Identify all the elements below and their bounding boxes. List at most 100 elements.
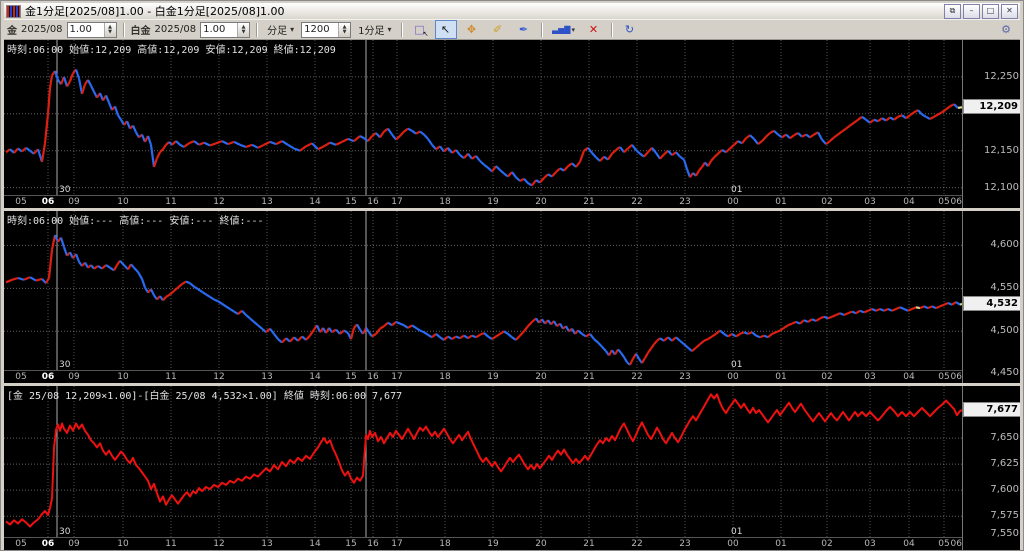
pen-icon: ✒ [518, 23, 529, 36]
price-tick-label: 12,150 [984, 144, 1019, 156]
platinum-candles-svg [4, 211, 962, 370]
time-tick-label: 01 [775, 372, 787, 382]
time-tick-label: 03 [864, 197, 876, 207]
time-tick-label: 18 [439, 539, 451, 549]
chevron-down-icon: ▾ [290, 25, 295, 34]
price-tick-label: 4,450 [990, 366, 1019, 378]
price-tick-label: 7,650 [990, 432, 1019, 444]
time-tick-label: 05 [938, 197, 950, 207]
spinner-down-icon[interactable]: ▼ [339, 29, 350, 35]
bar-count-arrows[interactable]: ▲ ▼ [338, 22, 351, 37]
toolbar-separator [610, 22, 613, 37]
time-tick-label: 04 [903, 539, 915, 549]
gold-multiplier-value: 1.00 [69, 23, 92, 35]
chart-select-button[interactable]: □ ↖ [409, 20, 431, 39]
time-tick-label: 19 [487, 197, 499, 207]
gold-multiplier-arrows[interactable]: ▲ ▼ [103, 22, 116, 37]
time-tick-label: 09 [68, 539, 80, 549]
last-price-box: 7,677 [963, 401, 1020, 417]
spread-chart-panel: [金 25/08 12,209×1.00]-[白金 25/08 4,532×1.… [4, 386, 1020, 550]
time-tick-label: 20 [535, 372, 547, 382]
time-tick-label: 09 [68, 372, 80, 382]
time-tick-label: 00 [727, 372, 739, 382]
time-tick-label: 05 [938, 372, 950, 382]
cursor-tool-button[interactable]: ↖ [434, 20, 457, 39]
time-tick-label: 11 [165, 372, 177, 382]
bar-count-value: 1200 [304, 23, 330, 35]
time-tick-label: 18 [439, 197, 451, 207]
spinner-down-icon[interactable]: ▼ [105, 29, 116, 35]
time-tick-label: 13 [261, 197, 273, 207]
chevron-down-icon: ▾ [387, 25, 392, 34]
date-marker-label: 30 [59, 527, 71, 537]
maximize-button[interactable]: □ [982, 3, 999, 19]
refresh-button[interactable]: ↻ [619, 20, 641, 39]
time-tick-label: 04 [903, 372, 915, 382]
delete-indicator-button[interactable]: ✕ [583, 20, 605, 39]
bar-type-dropdown[interactable]: 分足 ▾ [264, 22, 297, 37]
float-window-button[interactable]: ⧉ [944, 3, 961, 19]
time-tick-label: 15 [345, 197, 357, 207]
platinum-time-axis: 05 06 09 10 11 12 13 14 15 16 17 18 19 20 21 22 23 00 01 02… [4, 370, 962, 383]
platinum-multiplier-arrows[interactable]: ▲ ▼ [237, 22, 250, 37]
cursor-icon: ↖ [440, 23, 451, 36]
spread-line-svg [4, 386, 962, 537]
indicator-menu-button[interactable]: ▃▅▇ ▾ [549, 20, 579, 39]
spread-info-line: [金 25/08 12,209×1.00]-[白金 25/08 4,532×1.… [7, 391, 403, 402]
time-tick-label: 18 [439, 372, 451, 382]
gold-chart-panel: 時刻:06:00 始値:12,209 高値:12,209 安値:12,209 終… [4, 40, 1020, 208]
date-marker-label: 01 [731, 527, 743, 537]
time-tick-label: 16 [367, 539, 379, 549]
toolbar-separator [540, 22, 543, 37]
close-button[interactable]: ✕ [1001, 3, 1018, 19]
spread-chart-plot[interactable]: [金 25/08 12,209×1.00]-[白金 25/08 4,532×1.… [4, 386, 962, 537]
minimize-button[interactable]: – [963, 3, 980, 19]
time-tick-label: 23 [679, 197, 691, 207]
pen-tool-button[interactable]: ✒ [513, 20, 535, 39]
gold-multiplier-spinner[interactable]: 1.00 ▲ ▼ [66, 21, 117, 38]
time-tick-label: 23 [679, 539, 691, 549]
delete-indicator-icon: ✕ [588, 23, 599, 36]
time-tick-label: 11 [165, 539, 177, 549]
time-tick-label: 13 [261, 372, 273, 382]
gold-candles-svg [4, 40, 962, 195]
time-tick-label: 05 [938, 539, 950, 549]
time-tick-label: 20 [535, 539, 547, 549]
date-marker-label: 30 [59, 185, 71, 195]
last-price-box: 12,209 [963, 99, 1020, 115]
time-tick-label: 03 [864, 539, 876, 549]
timeframe-dropdown[interactable]: 1分足 ▾ [355, 22, 394, 37]
toolbar-separator [256, 22, 259, 37]
price-tick-label: 7,550 [990, 527, 1019, 539]
bar-count-spinner[interactable]: 1200 ▲ ▼ [301, 21, 352, 38]
settings-wrench-button[interactable]: ⚙ [995, 20, 1017, 39]
time-tick-label: 04 [903, 197, 915, 207]
time-tick-label: 17 [391, 197, 403, 207]
gold-chart-plot[interactable]: 時刻:06:00 始値:12,209 高値:12,209 安値:12,209 終… [4, 40, 962, 195]
platinum-chart-plot[interactable]: 時刻:06:00 始値:--- 高値:--- 安値:--- 終値:--- 30 0… [4, 211, 962, 370]
platinum-symbol-label: 白金 [130, 26, 151, 37]
pencil-tool-button[interactable]: ✐ [487, 20, 509, 39]
time-tick-label: 05 [15, 539, 27, 549]
indicator-chart-icon: ▃▅▇ [552, 25, 571, 34]
time-tick-label: 06 [41, 197, 55, 207]
time-tick-label: 13 [261, 539, 273, 549]
gold-symbol-label: 金 [7, 26, 17, 37]
time-tick-label: 06 [950, 539, 962, 549]
time-tick-label: 02 [821, 539, 833, 549]
pan-tool-button[interactable]: ✥ [461, 20, 483, 39]
time-tick-label: 14 [309, 197, 321, 207]
time-tick-label: 06 [950, 197, 962, 207]
app-icon [6, 4, 21, 18]
platinum-multiplier-value: 1.00 [203, 23, 226, 35]
price-tick-label: 4,600 [990, 239, 1019, 251]
time-tick-label: 16 [367, 372, 379, 382]
time-tick-label: 14 [309, 539, 321, 549]
platinum-multiplier-spinner[interactable]: 1.00 ▲ ▼ [200, 21, 251, 38]
spinner-down-icon[interactable]: ▼ [238, 29, 249, 35]
price-tick-label: 7,600 [990, 484, 1019, 496]
time-tick-label: 17 [391, 372, 403, 382]
time-tick-label: 00 [727, 539, 739, 549]
gold-contract-month: 2025/08 [21, 24, 63, 35]
time-tick-label: 01 [775, 539, 787, 549]
